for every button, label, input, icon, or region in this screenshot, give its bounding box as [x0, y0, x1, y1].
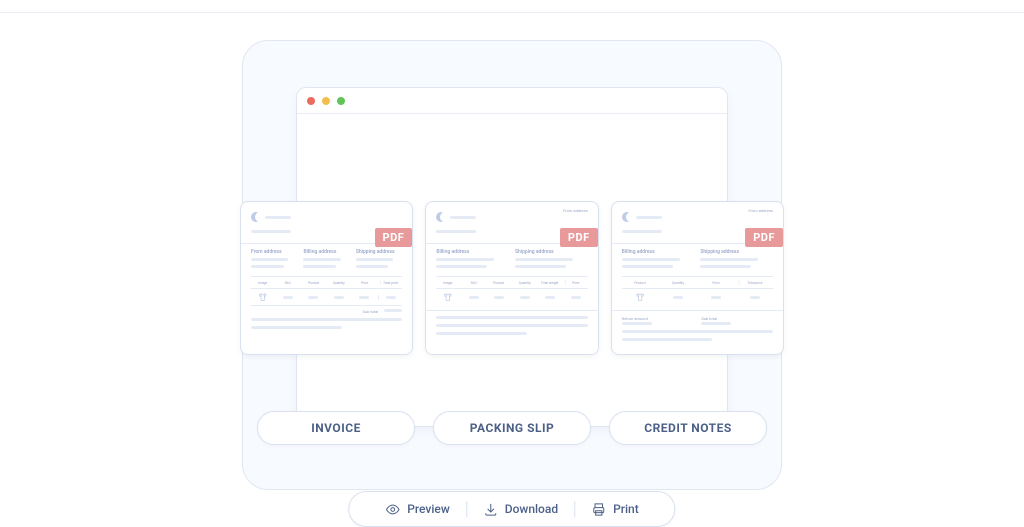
invoice-subtotal: Sub total [251, 305, 402, 314]
download-label: Download [505, 502, 558, 516]
credit-table-row [622, 289, 773, 305]
download-icon [483, 502, 498, 517]
section-shipping-address: Shipping address [356, 249, 402, 255]
section-from-address: From address [748, 208, 773, 213]
printer-icon [591, 502, 606, 517]
top-divider [0, 12, 1024, 13]
brand-logo-icon [251, 212, 261, 222]
download-button[interactable]: Download [467, 502, 574, 517]
credit-notes-button[interactable]: CREDIT NOTES [609, 411, 767, 445]
print-label: Print [613, 502, 639, 516]
minimize-icon [322, 97, 330, 105]
action-bar: Preview Download Print [348, 491, 675, 527]
pdf-badge: PDF [745, 228, 783, 247]
invoice-card: PDF From address Billing address Shippin… [240, 201, 413, 355]
invoice-table-head: Image SKU Product Quantity Price Total p… [251, 276, 402, 289]
window-titlebar [297, 88, 727, 114]
preview-label: Preview [407, 502, 450, 516]
credit-notes-card: From address PDF Billing address Shippin… [611, 201, 784, 355]
invoice-button[interactable]: INVOICE [257, 411, 415, 445]
packing-slip-card: From address PDF Billing address Shippin… [425, 201, 598, 355]
tshirt-icon [622, 292, 658, 302]
packing-table-head: Image SKU Product Quantity Total weight … [436, 276, 587, 289]
pdf-badge: PDF [375, 228, 413, 247]
eye-icon [385, 502, 400, 517]
close-icon [307, 97, 315, 105]
feature-stage: PDF From address Billing address Shippin… [242, 40, 782, 490]
section-billing-address: Billing address [436, 249, 509, 255]
section-billing-address: Billing address [622, 249, 695, 255]
subtotal-label: Sub total [701, 316, 773, 321]
doc-type-row: INVOICE PACKING SLIP CREDIT NOTES [257, 411, 767, 445]
section-shipping-address: Shipping address [515, 249, 588, 255]
tshirt-icon [251, 292, 274, 302]
return-amount-label: Return amount [622, 316, 694, 321]
invoice-table-row [251, 289, 402, 305]
document-cards: PDF From address Billing address Shippin… [240, 201, 784, 355]
pdf-badge: PDF [560, 228, 598, 247]
section-from-address: From address [563, 208, 588, 213]
preview-button[interactable]: Preview [369, 502, 466, 517]
section-billing-address: Billing address [303, 249, 349, 255]
packing-slip-button[interactable]: PACKING SLIP [433, 411, 591, 445]
section-shipping-address: Shipping address [700, 249, 773, 255]
brand-logo-icon [436, 212, 446, 222]
maximize-icon [337, 97, 345, 105]
print-button[interactable]: Print [575, 502, 655, 517]
tshirt-icon [436, 292, 460, 302]
section-from-address: From address [251, 249, 297, 255]
packing-table-row [436, 289, 587, 305]
brand-logo-icon [622, 212, 632, 222]
credit-table-head: Product Quantity Price Total price [622, 276, 773, 289]
